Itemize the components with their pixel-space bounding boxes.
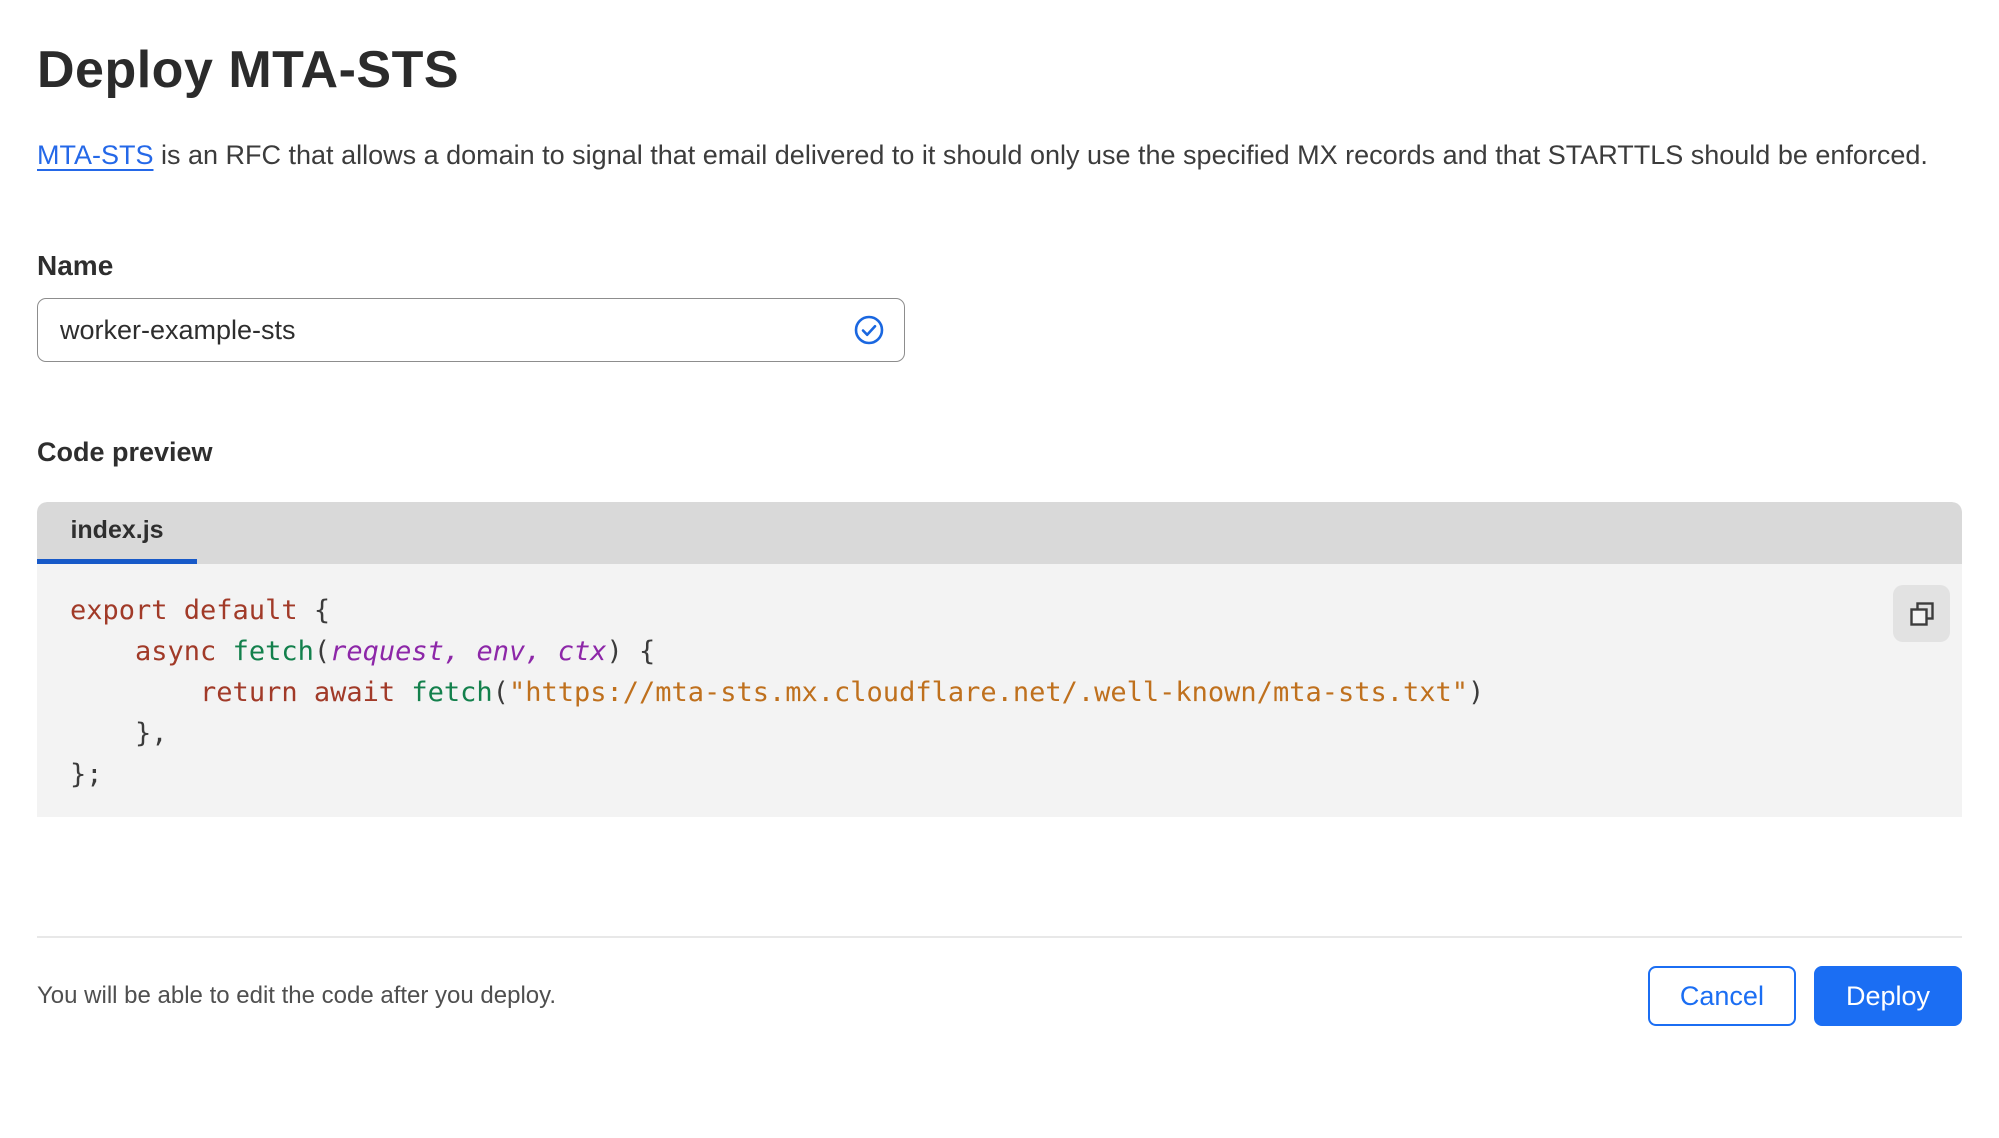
- code-tab-bar: index.js: [37, 502, 1962, 564]
- code-line: },: [70, 718, 168, 749]
- copy-icon: [1909, 601, 1934, 626]
- name-input-wrap: [37, 298, 905, 362]
- footer-note: You will be able to edit the code after …: [37, 982, 557, 1009]
- check-circle-icon: [854, 315, 884, 345]
- code-line: export default {: [70, 595, 331, 626]
- code-line: return await fetch("https://mta-sts.mx.c…: [200, 677, 1485, 708]
- page-title: Deploy MTA-STS: [37, 41, 460, 99]
- description: MTA-STS is an RFC that allows a domain t…: [37, 132, 1947, 179]
- name-input[interactable]: [37, 298, 905, 362]
- code-preview-label: Code preview: [37, 437, 213, 467]
- footer-divider: [37, 936, 1962, 938]
- code-block: export default { async fetch(request, en…: [70, 590, 1962, 795]
- tab-index-js[interactable]: index.js: [37, 502, 197, 564]
- cancel-button[interactable]: Cancel: [1647, 966, 1796, 1026]
- deploy-mta-sts-page: Deploy MTA-STS MTA-STS is an RFC that al…: [0, 40, 1999, 1026]
- mta-sts-link[interactable]: MTA-STS: [37, 140, 154, 170]
- code-line: };: [70, 759, 103, 790]
- code-preview-panel: index.js export default { async fetch(re…: [37, 502, 1962, 817]
- description-text: is an RFC that allows a domain to signal…: [153, 140, 1928, 170]
- footer: You will be able to edit the code after …: [37, 966, 1962, 1026]
- deploy-button[interactable]: Deploy: [1813, 966, 1962, 1026]
- code-line: async fetch(request, env, ctx) {: [135, 636, 656, 667]
- name-field-label: Name: [37, 250, 114, 281]
- footer-actions: Cancel Deploy: [1647, 966, 1962, 1026]
- copy-code-button[interactable]: [1893, 585, 1950, 642]
- code-area: export default { async fetch(request, en…: [37, 564, 1962, 817]
